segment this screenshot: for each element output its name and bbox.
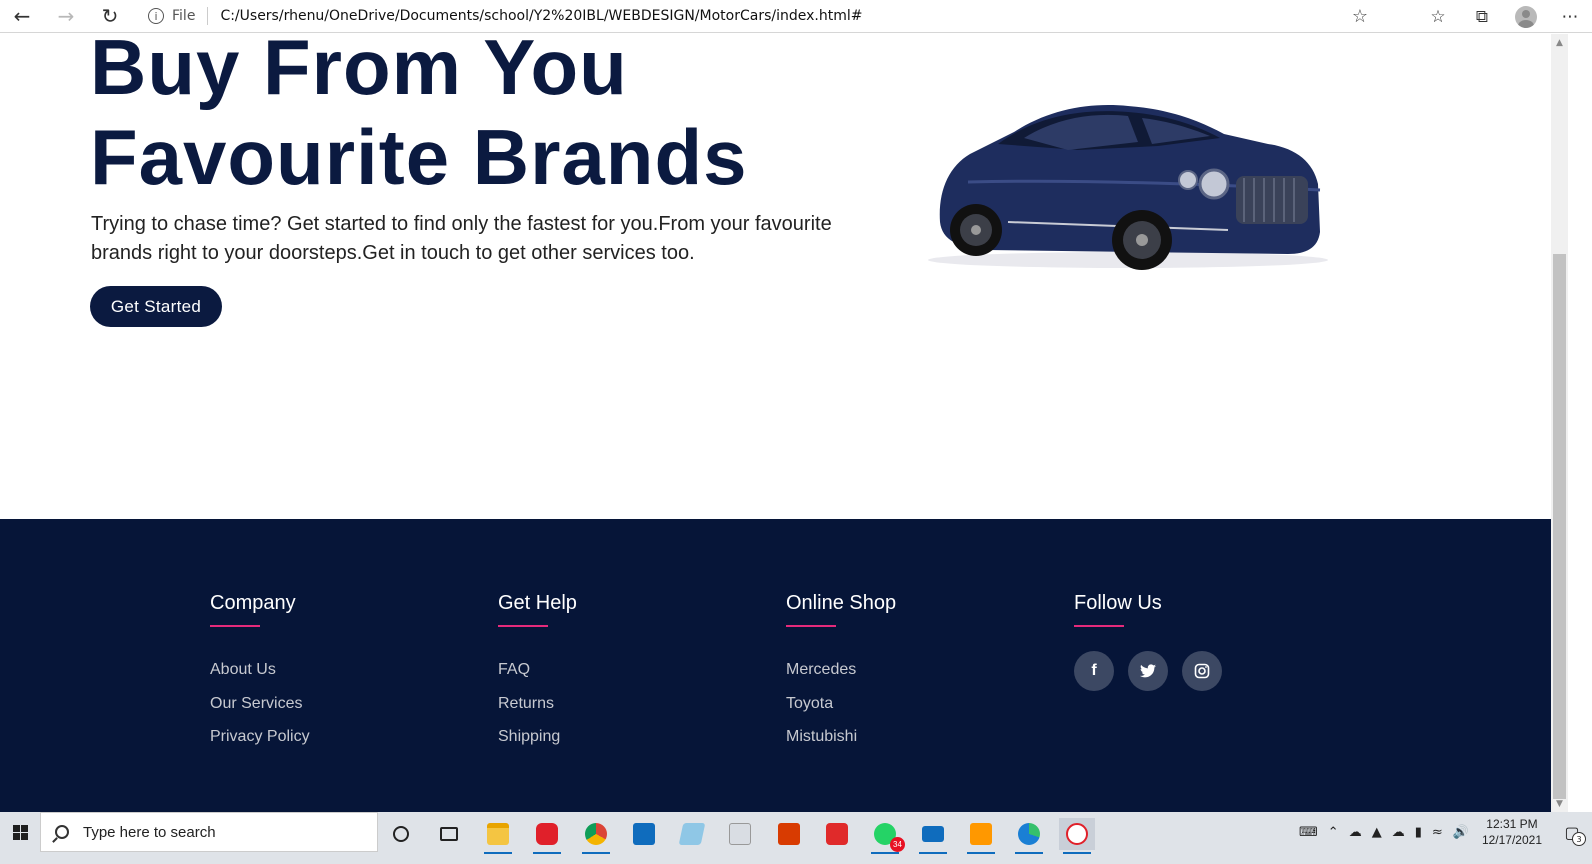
notes-icon[interactable]: [674, 818, 710, 850]
heading-underline: [210, 625, 260, 627]
sublime-icon[interactable]: [963, 818, 999, 854]
heading-underline: [1074, 625, 1124, 627]
twitter-icon[interactable]: [1128, 651, 1168, 691]
start-button[interactable]: [0, 812, 40, 852]
keyboard-icon[interactable]: ⌨: [1294, 825, 1323, 840]
taskbar: Type here to search 34 ⌨ ⌃ ☁ ▲ ☁ ▮ ≈ 🔊 1…: [0, 812, 1592, 864]
scroll-thumb[interactable]: [1553, 254, 1566, 799]
windows-icon: [12, 824, 28, 840]
app-red-icon[interactable]: [529, 818, 565, 854]
notifications-icon[interactable]: ▢ 3: [1552, 812, 1592, 852]
page-scrollbar[interactable]: ▲ ▼: [1551, 34, 1568, 812]
whatsapp-icon[interactable]: 34: [867, 818, 905, 854]
chevron-up-icon[interactable]: ⌃: [1323, 825, 1344, 840]
wps-icon[interactable]: [819, 818, 855, 850]
favorites-icon[interactable]: ☆: [1416, 0, 1460, 33]
whatsapp-badge: 34: [890, 837, 905, 852]
avatar: [1515, 5, 1537, 28]
footer-link-mistubishi[interactable]: Mistubishi: [786, 720, 896, 754]
heading-underline: [786, 625, 836, 627]
file-explorer-icon[interactable]: [480, 818, 516, 854]
divider: [207, 7, 209, 25]
heading-underline: [498, 625, 548, 627]
get-started-button[interactable]: Get Started: [90, 286, 222, 327]
cortana-icon[interactable]: [383, 818, 419, 850]
add-favorite-icon[interactable]: ☆: [1352, 6, 1368, 27]
usb-icon[interactable]: ▲: [1367, 825, 1387, 840]
footer-link-privacy-policy[interactable]: Privacy Policy: [210, 720, 310, 754]
clock-date: 12/17/2021: [1481, 833, 1542, 847]
footer-link-faq[interactable]: FAQ: [498, 653, 577, 687]
clock[interactable]: 12:31 PM 12/17/2021: [1474, 816, 1552, 848]
file-label: File: [172, 8, 196, 24]
footer-column-online-shop: Online Shop Mercedes Toyota Mistubishi: [786, 591, 896, 754]
hero-title: Buy From You Favourite Brands: [90, 34, 850, 202]
hero-text-line-2: brands right to your doorsteps.Get in to…: [91, 242, 695, 264]
social-links: f: [1074, 651, 1222, 691]
instagram-icon[interactable]: [1182, 651, 1222, 691]
footer-column-get-help: Get Help FAQ Returns Shipping: [498, 591, 577, 754]
chrome-icon[interactable]: [578, 818, 614, 854]
task-view-icon[interactable]: [431, 818, 467, 850]
search-icon: [55, 825, 69, 839]
back-icon[interactable]: ←: [0, 0, 44, 33]
battery-icon[interactable]: ▮: [1410, 825, 1427, 840]
notification-count: 3: [1572, 832, 1586, 846]
collections-icon[interactable]: ⧉: [1460, 0, 1504, 33]
footer-link-returns[interactable]: Returns: [498, 687, 577, 721]
volume-icon[interactable]: 🔊: [1448, 825, 1474, 840]
onedrive-icon[interactable]: ☁: [1344, 825, 1367, 840]
info-icon[interactable]: i: [148, 8, 164, 24]
footer-link-our-services[interactable]: Our Services: [210, 687, 310, 721]
footer-link-toyota[interactable]: Toyota: [786, 687, 896, 721]
refresh-icon[interactable]: ↻: [88, 0, 132, 33]
snipping-tool-icon[interactable]: [1059, 818, 1095, 854]
hero-title-line-1: Buy From You: [90, 34, 628, 111]
profile-avatar[interactable]: [1504, 0, 1548, 33]
footer-link-mercedes[interactable]: Mercedes: [786, 653, 896, 687]
facebook-icon[interactable]: f: [1074, 651, 1114, 691]
footer-heading: Company: [210, 592, 296, 614]
footer: Company About Us Our Services Privacy Po…: [0, 519, 1551, 812]
hero-text-line-1: Trying to chase time? Get started to fin…: [91, 213, 832, 235]
footer-column-company: Company About Us Our Services Privacy Po…: [210, 591, 310, 754]
forward-icon[interactable]: →: [44, 0, 88, 33]
clock-time: 12:31 PM: [1486, 817, 1538, 831]
page-viewport: Buy From You Favourite Brands Trying to …: [0, 34, 1551, 812]
browser-actions: ☆ ⧉ ⋯: [1416, 0, 1592, 33]
footer-heading: Online Shop: [786, 592, 897, 614]
scroll-up-icon[interactable]: ▲: [1551, 34, 1568, 51]
footer-link-about-us[interactable]: About Us: [210, 653, 310, 687]
office-icon[interactable]: [771, 818, 807, 850]
footer-link-shipping[interactable]: Shipping: [498, 720, 577, 754]
scroll-down-icon[interactable]: ▼: [1551, 795, 1568, 812]
footer-column-follow-us: Follow Us f: [1074, 591, 1222, 691]
photos-icon[interactable]: [722, 818, 758, 850]
footer-heading: Follow Us: [1074, 592, 1162, 614]
store-icon[interactable]: [626, 818, 662, 850]
search-placeholder: Type here to search: [83, 823, 216, 841]
more-menu-icon[interactable]: ⋯: [1548, 0, 1592, 33]
taskbar-search[interactable]: Type here to search: [40, 812, 378, 852]
footer-heading: Get Help: [498, 592, 577, 614]
mail-icon[interactable]: [915, 818, 951, 854]
car-image: [928, 105, 1328, 270]
wifi-icon[interactable]: ≈: [1427, 825, 1448, 840]
address-bar[interactable]: i File C:/Users/rhenu/OneDrive/Documents…: [136, 2, 1376, 30]
hero-description: Trying to chase time? Get started to fin…: [91, 210, 851, 268]
system-tray: ⌨ ⌃ ☁ ▲ ☁ ▮ ≈ 🔊 12:31 PM 12/17/2021 ▢ 3: [1294, 812, 1592, 852]
url-text[interactable]: C:/Users/rhenu/OneDrive/Documents/school…: [220, 8, 862, 24]
cloud-icon[interactable]: ☁: [1387, 825, 1410, 840]
edge-icon[interactable]: [1011, 818, 1047, 854]
browser-toolbar: ← → ↻ i File C:/Users/rhenu/OneDrive/Doc…: [0, 0, 1592, 33]
hero-title-line-2: Favourite Brands: [90, 113, 748, 201]
